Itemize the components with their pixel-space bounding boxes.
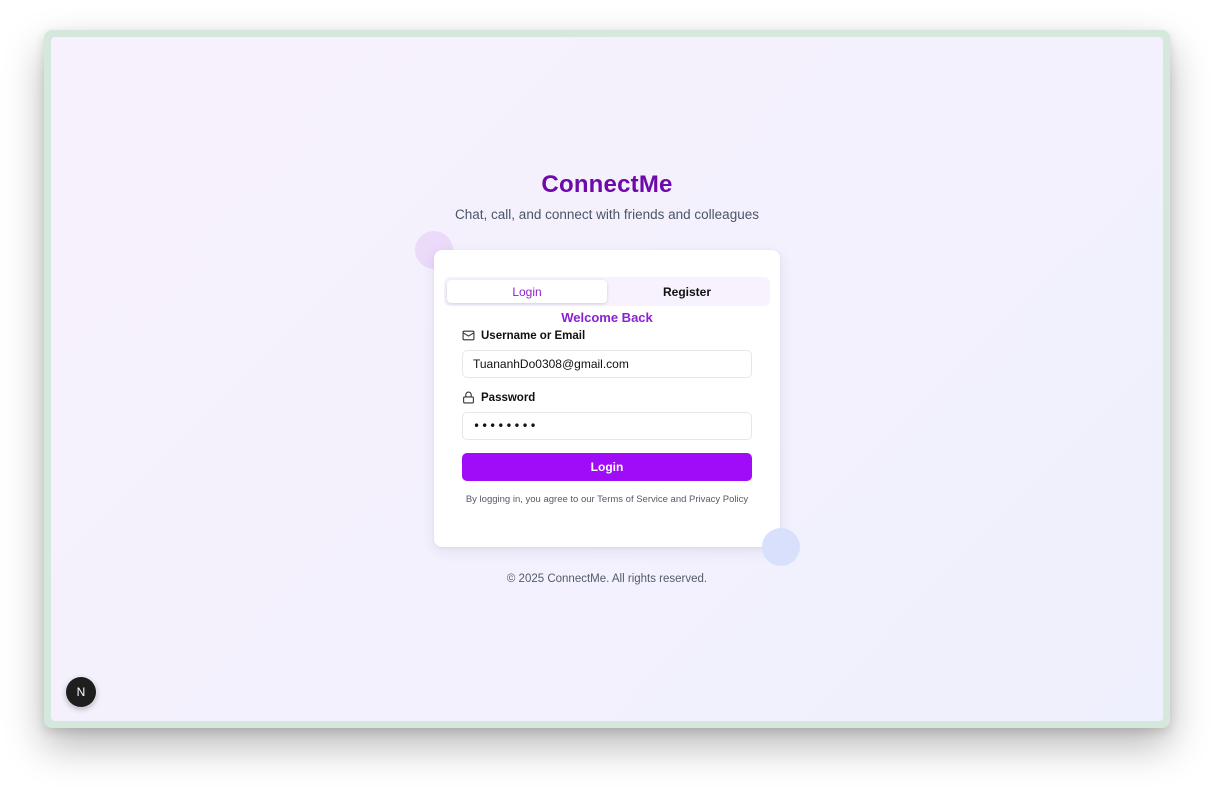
username-label-text: Username or Email [481,329,586,342]
copyright-footer: © 2025 ConnectMe. All rights reserved. [506,573,708,585]
form-heading: Welcome Back [561,310,653,325]
nextjs-icon[interactable]: N [66,677,96,707]
username-label: Username or Email [462,329,585,342]
app-title: ConnectMe [541,171,673,198]
tab-login[interactable]: Login [447,280,607,303]
password-input[interactable] [462,412,752,440]
page-viewport: ConnectMe Chat, call, and connect with f… [51,37,1163,721]
login-card: Login Register Welcome Back Username or … [434,250,780,547]
terms-notice: By logging in, you agree to our Terms of… [465,494,749,505]
mail-icon [462,329,475,342]
auth-tabs: Login Register [444,277,770,306]
username-input[interactable] [462,350,752,378]
lock-icon [462,391,475,404]
tab-register[interactable]: Register [607,280,767,303]
app-subtitle: Chat, call, and connect with friends and… [455,207,759,222]
login-button[interactable]: Login [462,453,752,481]
decorative-circle [762,528,800,566]
password-label-text: Password [481,391,536,404]
password-label: Password [462,391,535,404]
nextjs-badge-label: N [76,685,86,699]
